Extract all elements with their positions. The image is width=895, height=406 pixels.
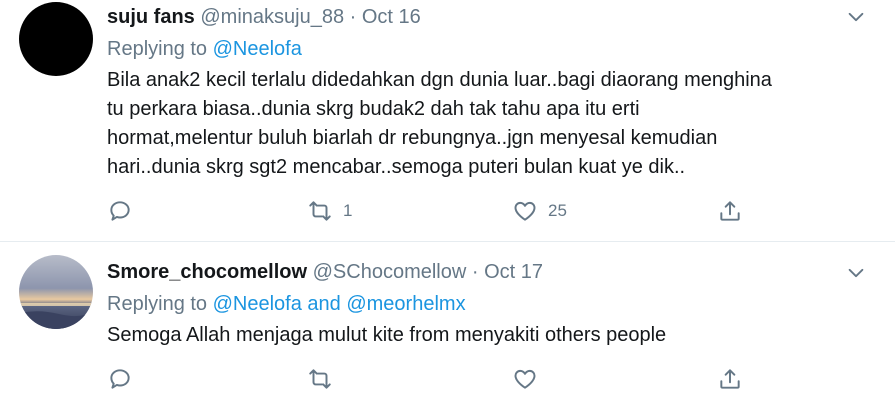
user-handle[interactable]: @minaksuju_88 [200, 6, 344, 28]
separator-dot: · [349, 6, 357, 28]
retweet-button[interactable]: 1 [307, 198, 352, 224]
like-button[interactable]: 25 [512, 198, 567, 224]
like-count: 25 [548, 201, 567, 220]
avatar[interactable] [19, 2, 93, 76]
retweet-icon [309, 201, 331, 221]
share-icon [720, 369, 740, 389]
tweet-text-line: tu perkara biasa..dunia skrg budak2 dah … [107, 98, 640, 120]
tweet[interactable]: suju fans @minaksuju_88 · Oct 16 Replyin… [0, 0, 895, 242]
tweet-text: Semoga Allah menjaga mulut kite from men… [107, 321, 875, 350]
tweet[interactable]: Smore_chocomellow @SChocomellow · Oct 17… [0, 242, 895, 406]
like-icon [514, 201, 536, 221]
tweet-header: Smore_chocomellow @SChocomellow · Oct 17 [107, 259, 875, 285]
like-icon [514, 369, 536, 389]
tweet-text-line: Semoga Allah menjaga mulut kite from men… [107, 324, 667, 346]
replying-to-label: Replying to [107, 38, 213, 60]
user-handle[interactable]: @SChocomellow [313, 261, 467, 283]
reply-icon [110, 369, 130, 389]
tweet-text-line: hormat,melentur buluh biarlah dr rebungn… [107, 127, 718, 149]
reply-icon [110, 201, 130, 221]
reply-button[interactable] [107, 366, 133, 392]
avatar[interactable] [19, 255, 93, 329]
share-button[interactable] [717, 198, 743, 224]
retweet-button[interactable] [307, 366, 343, 392]
tweet-text-line: Bila anak2 kecil terlalu didedahkan dgn … [107, 69, 772, 91]
replying-to: Replying to @Neelofa [107, 36, 875, 62]
display-name[interactable]: Smore_chocomellow [107, 261, 307, 283]
replying-to-label: Replying to [107, 293, 213, 315]
tweet-date[interactable]: Oct 16 [362, 6, 421, 28]
display-name[interactable]: suju fans [107, 6, 195, 28]
retweet-count: 1 [343, 201, 353, 220]
separator-dot: · [471, 261, 479, 283]
mention-link[interactable]: @Neelofa [213, 38, 302, 60]
tweet-header: suju fans @minaksuju_88 · Oct 16 [107, 4, 875, 30]
mention-link[interactable]: @Neelofa and @meorhelmx [213, 293, 466, 315]
share-button[interactable] [717, 366, 743, 392]
tweet-actions [107, 366, 867, 392]
like-button[interactable] [512, 366, 548, 392]
tweet-text-line: hari..dunia skrg sgt2 mencabar..semoga p… [107, 156, 686, 178]
replying-to: Replying to @Neelofa and @meorhelmx [107, 291, 875, 317]
tweet-actions: 1 25 [107, 198, 867, 224]
retweet-icon [309, 369, 331, 389]
tweet-text: Bila anak2 kecil terlalu didedahkan dgn … [107, 66, 875, 182]
tweet-date[interactable]: Oct 17 [484, 261, 543, 283]
reply-button[interactable] [107, 198, 133, 224]
avatar-image [19, 255, 93, 329]
share-icon [720, 201, 740, 221]
